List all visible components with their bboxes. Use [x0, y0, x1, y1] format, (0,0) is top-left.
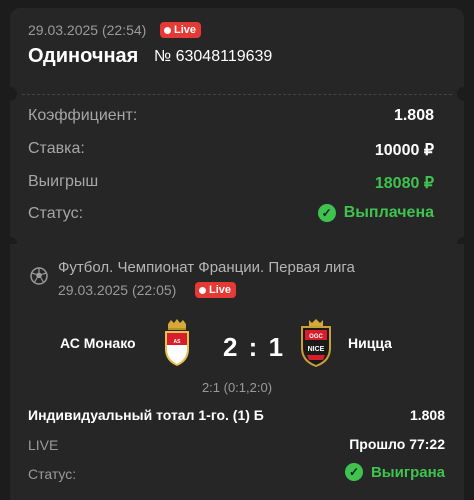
- check-icon: ✓: [317, 204, 336, 222]
- svg-text:OGC: OGC: [309, 334, 323, 340]
- event-status: ✓ Выиграна: [344, 463, 445, 481]
- check-icon: ✓: [344, 463, 363, 481]
- status-payout: ✓ Выплачена: [317, 204, 434, 222]
- event-live-badge: Live: [195, 282, 237, 298]
- league-name: Футбол. Чемпионат Франции. Первая лига: [58, 259, 355, 276]
- svg-text:NICE: NICE: [308, 346, 325, 353]
- bet-header-card: 29.03.2025 (22:54) Live Одиночная № 6304…: [10, 8, 464, 94]
- live-dot-icon: [199, 286, 206, 294]
- live-tag: LIVE: [28, 437, 59, 453]
- match-score: 2 : 1: [223, 332, 286, 362]
- win-label: Выигрыш: [28, 173, 99, 190]
- nice-crest-icon: OGC NICE: [297, 318, 335, 373]
- win-value: 18080 ₽: [374, 175, 434, 192]
- bet-summary-card: Коэффициент: 1.808 Ставка: 10000 ₽ Выигр…: [10, 94, 464, 244]
- bet-datetime: 29.03.2025 (22:54): [28, 22, 147, 38]
- event-card: Футбол. Чемпионат Франции. Первая лига 2…: [10, 244, 464, 500]
- svg-text:AS: AS: [174, 339, 182, 345]
- ticket-notch: [3, 87, 17, 101]
- live-dot-icon: [164, 26, 171, 34]
- live-badge: Live: [160, 22, 202, 38]
- away-team-name: Ницца: [348, 335, 392, 351]
- stake-value: 10000 ₽: [374, 142, 434, 159]
- elapsed-time: Прошло 77:22: [349, 436, 445, 452]
- home-team-name: АС Монако: [60, 335, 136, 351]
- status-label: Статус:: [28, 205, 84, 222]
- market-coef: 1.808: [409, 407, 445, 423]
- monaco-crest-icon: AS: [163, 319, 191, 372]
- ticket-notch: [457, 87, 471, 101]
- coef-label: Коэффициент:: [28, 107, 138, 124]
- coef-value: 1.808: [393, 107, 434, 124]
- score-detail: 2:1 (0:1,2:0): [201, 380, 273, 395]
- event-status-label: Статус:: [28, 466, 77, 482]
- market-name: Индивидуальный тотал 1-го. (1) Б: [28, 407, 264, 423]
- bet-number: № 63048119639: [154, 48, 273, 65]
- status-value: Выплачена: [343, 204, 434, 221]
- soccer-ball-icon: [30, 267, 48, 290]
- bet-type-title: Одиночная: [28, 45, 139, 67]
- event-datetime: 29.03.2025 (22:05): [58, 282, 177, 298]
- divider: [22, 94, 452, 95]
- event-status-value: Выиграна: [370, 463, 445, 481]
- stake-label: Ставка:: [28, 140, 85, 157]
